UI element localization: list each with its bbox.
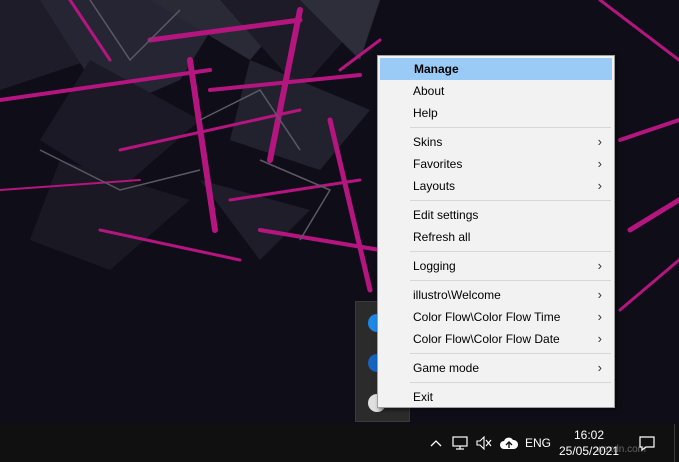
menu-item-help[interactable]: Help <box>380 102 612 124</box>
menu-item-edit-settings[interactable]: Edit settings <box>380 204 612 226</box>
menu-item-label: Color Flow\Color Flow Date <box>413 332 560 346</box>
menu-item-label: Manage <box>414 62 459 76</box>
menu-separator <box>410 280 611 281</box>
menu-item-logging[interactable]: Logging › <box>380 255 612 277</box>
menu-item-label: Refresh all <box>413 230 471 244</box>
menu-item-favorites[interactable]: Favorites › <box>380 153 612 175</box>
volume-muted-icon[interactable] <box>474 424 494 462</box>
menu-separator <box>410 353 611 354</box>
desktop: Manage About Help Skins › Favorites › Layouts › E… <box>0 0 679 462</box>
menu-item-label: About <box>413 84 445 98</box>
menu-separator <box>410 251 611 252</box>
chevron-right-icon: › <box>597 287 602 302</box>
menu-item-about[interactable]: About <box>380 80 612 102</box>
cloud-upload-icon[interactable] <box>498 424 520 462</box>
watermark: wsxdn.com <box>596 444 647 455</box>
menu-item-skins[interactable]: Skins › <box>380 131 612 153</box>
chevron-right-icon: › <box>597 156 602 171</box>
menu-separator <box>410 200 611 201</box>
menu-item-label: Logging <box>413 259 456 273</box>
chevron-up-icon[interactable] <box>427 424 445 462</box>
menu-item-exit[interactable]: Exit <box>380 386 612 408</box>
chevron-right-icon: › <box>597 178 602 193</box>
menu-item-game-mode[interactable]: Game mode › <box>380 357 612 379</box>
input-language[interactable]: ENG <box>525 424 551 462</box>
menu-item-label: illustro\Welcome <box>413 288 501 302</box>
notification-icon[interactable] <box>636 424 658 462</box>
menu-item-label: Exit <box>413 390 434 404</box>
clock-time: 16:02 <box>573 428 605 442</box>
chevron-right-icon: › <box>597 331 602 346</box>
menu-separator <box>410 127 611 128</box>
network-icon[interactable] <box>450 424 470 462</box>
chevron-right-icon: › <box>597 360 602 375</box>
taskbar: ENG 16:02 25/05/2021 <box>0 424 679 462</box>
menu-item-label: Game mode <box>413 361 480 375</box>
menu-item-label: Edit settings <box>413 208 479 222</box>
menu-item-label: Color Flow\Color Flow Time <box>413 310 561 324</box>
chevron-right-icon: › <box>597 134 602 149</box>
context-menu: Manage About Help Skins › Favorites › Layouts › E… <box>377 55 615 408</box>
menu-item-color-flow-color-flow-date[interactable]: Color Flow\Color Flow Date › <box>380 328 612 350</box>
menu-item-manage[interactable]: Manage <box>380 58 612 80</box>
menu-item-label: Skins <box>413 135 443 149</box>
show-desktop-button[interactable] <box>674 424 679 462</box>
menu-item-refresh-all[interactable]: Refresh all <box>380 226 612 248</box>
menu-item-label: Help <box>413 106 438 120</box>
menu-separator <box>410 382 611 383</box>
menu-item-illustro-welcome[interactable]: illustro\Welcome › <box>380 284 612 306</box>
chevron-right-icon: › <box>597 309 602 324</box>
menu-item-color-flow-color-flow-time[interactable]: Color Flow\Color Flow Time › <box>380 306 612 328</box>
menu-item-label: Favorites <box>413 157 463 171</box>
chevron-right-icon: › <box>597 258 602 273</box>
menu-item-layouts[interactable]: Layouts › <box>380 175 612 197</box>
menu-item-label: Layouts <box>413 179 456 193</box>
